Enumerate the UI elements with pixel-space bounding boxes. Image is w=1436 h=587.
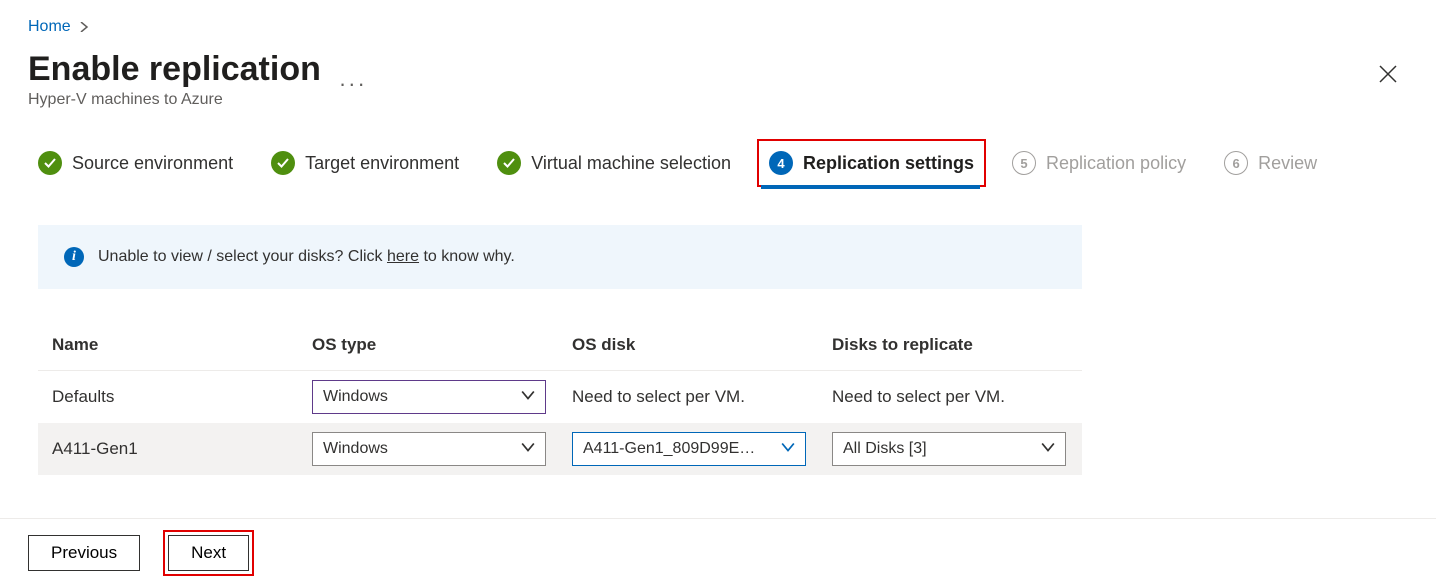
info-icon: i (64, 247, 84, 267)
previous-button[interactable]: Previous (28, 535, 140, 571)
chevron-right-icon (79, 19, 89, 35)
info-banner-text: Unable to view / select your disks? Clic… (98, 248, 515, 266)
os-type-dropdown[interactable]: Windows (312, 432, 546, 466)
step-review[interactable]: 6 Review (1224, 151, 1317, 175)
step-replication-settings[interactable]: 4 Replication settings (769, 151, 974, 175)
breadcrumb-home-link[interactable]: Home (28, 18, 71, 36)
dropdown-value: Windows (323, 440, 388, 458)
cell-disks-replicate: Need to select per VM. (832, 387, 1092, 407)
table-row: A411-Gen1 Windows A411-Gen1_809D99E… All… (38, 423, 1082, 475)
step-label: Target environment (305, 153, 459, 174)
check-icon (38, 151, 62, 175)
wizard-stepper: Source environment Target environment Vi… (0, 121, 1436, 193)
info-banner: i Unable to view / select your disks? Cl… (38, 225, 1082, 289)
step-target-environment[interactable]: Target environment (271, 151, 459, 175)
chevron-down-icon (521, 388, 535, 407)
chevron-down-icon (521, 440, 535, 459)
disks-replicate-dropdown[interactable]: All Disks [3] (832, 432, 1066, 466)
os-type-dropdown[interactable]: Windows (312, 380, 546, 414)
dropdown-value: All Disks [3] (843, 440, 927, 458)
next-button[interactable]: Next (168, 535, 249, 571)
step-source-environment[interactable]: Source environment (38, 151, 233, 175)
dropdown-value: A411-Gen1_809D99E… (583, 440, 755, 458)
dropdown-value: Windows (323, 388, 388, 406)
close-button[interactable] (1368, 56, 1408, 96)
step-label: Virtual machine selection (531, 153, 731, 174)
page-subtitle: Hyper-V machines to Azure (28, 91, 321, 109)
step-number-icon: 5 (1012, 151, 1036, 175)
replication-table: Name OS type OS disk Disks to replicate … (38, 319, 1082, 475)
step-number-icon: 4 (769, 151, 793, 175)
step-label: Source environment (72, 153, 233, 174)
page-header: Enable replication Hyper-V machines to A… (0, 44, 1436, 121)
table-row: Defaults Windows Need to select per VM. … (38, 371, 1082, 423)
breadcrumb: Home (0, 0, 1436, 44)
more-actions-button[interactable]: ··· (339, 71, 367, 97)
table-header-row: Name OS type OS disk Disks to replicate (38, 319, 1082, 371)
step-replication-policy[interactable]: 5 Replication policy (1012, 151, 1186, 175)
step-label: Replication policy (1046, 153, 1186, 174)
step-label: Review (1258, 153, 1317, 174)
step-number-icon: 6 (1224, 151, 1248, 175)
step-label: Replication settings (803, 153, 974, 174)
close-icon (1379, 65, 1397, 83)
page-title: Enable replication (28, 50, 321, 89)
check-icon (497, 151, 521, 175)
info-banner-link[interactable]: here (387, 248, 419, 265)
chevron-down-icon (781, 440, 795, 459)
check-icon (271, 151, 295, 175)
col-header-disk: OS disk (572, 335, 832, 355)
cell-name: Defaults (52, 387, 312, 407)
wizard-footer: Previous Next (0, 518, 1436, 587)
col-header-os: OS type (312, 335, 572, 355)
col-header-replicate: Disks to replicate (832, 335, 1092, 355)
step-vm-selection[interactable]: Virtual machine selection (497, 151, 731, 175)
cell-os-disk: Need to select per VM. (572, 387, 832, 407)
chevron-down-icon (1041, 440, 1055, 459)
cell-name: A411-Gen1 (52, 439, 312, 459)
col-header-name: Name (52, 335, 312, 355)
os-disk-dropdown[interactable]: A411-Gen1_809D99E… (572, 432, 806, 466)
